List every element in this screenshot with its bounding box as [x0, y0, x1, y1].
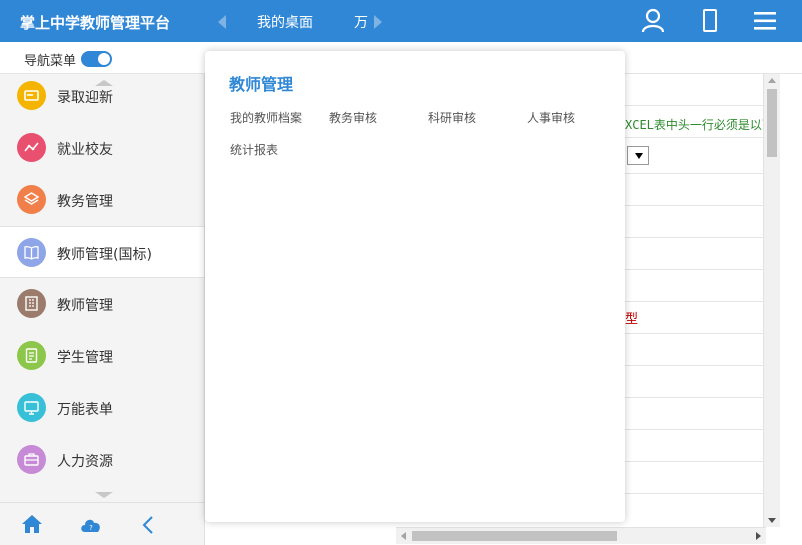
table-row	[625, 74, 763, 106]
content-area: XCEL表中头一行必须是以下 型	[625, 74, 802, 545]
document-icon	[17, 341, 46, 370]
link-statistics-report[interactable]: 统计报表	[230, 141, 278, 158]
chevron-down-icon	[635, 153, 643, 159]
tab-scroll-right-icon[interactable]	[374, 15, 382, 29]
scrollbar-thumb[interactable]	[767, 89, 777, 157]
horizontal-scrollbar[interactable]	[396, 527, 766, 544]
help-cloud-icon[interactable]: ?	[79, 516, 103, 537]
table-row	[625, 270, 763, 302]
sidebar-item-label: 教师管理(国标)	[57, 247, 152, 263]
sidebar-item-label: 学生管理	[57, 350, 113, 366]
nav-toggle-label: 导航菜单	[24, 54, 77, 69]
sidebar-item-label: 人力资源	[57, 454, 113, 470]
sidebar-item-label: 就业校友	[57, 142, 113, 158]
sidebar-item-label: 教师管理	[57, 298, 113, 314]
sidebar-item-employment[interactable]: 就业校友	[0, 122, 204, 174]
sidebar-item-universal-form[interactable]: 万能表单	[0, 382, 204, 434]
content-toolbar	[625, 42, 802, 74]
briefcase-icon	[17, 445, 46, 474]
collapse-icon[interactable]	[142, 516, 154, 538]
sidebar-item-teacher[interactable]: 教师管理	[0, 278, 204, 330]
table-row	[625, 430, 763, 462]
table-row	[625, 302, 763, 334]
link-hr-review[interactable]: 人事审核	[527, 109, 575, 126]
sidebar-item-student[interactable]: 学生管理	[0, 330, 204, 382]
scroll-down-arrow-icon[interactable]	[768, 518, 776, 523]
switch-knob	[98, 53, 110, 65]
link-my-teacher-profile[interactable]: 我的教师档案	[230, 109, 302, 126]
enroll-icon	[17, 81, 46, 110]
sidebar-footer: ?	[0, 502, 204, 545]
tab-universal[interactable]: 万	[354, 12, 368, 32]
tab-scroll-left-icon[interactable]	[218, 15, 226, 29]
table-row	[625, 366, 763, 398]
building-icon	[17, 289, 46, 318]
table-row	[625, 462, 763, 494]
sidebar-scroll-down-icon[interactable]	[95, 492, 113, 498]
tab-my-desktop[interactable]: 我的桌面	[257, 12, 313, 32]
submenu-flyout: 教师管理 我的教师档案 教务审核 科研审核 人事审核 统计报表	[205, 51, 625, 522]
layers-icon	[17, 185, 46, 214]
scrollbar-thumb[interactable]	[412, 531, 617, 541]
table-row	[625, 238, 763, 270]
table-row	[625, 174, 763, 206]
table-row	[625, 334, 763, 366]
sidebar-item-label: 教务管理	[57, 194, 113, 210]
sidebar-item-label: 万能表单	[57, 402, 113, 418]
link-academic-review[interactable]: 教务审核	[329, 109, 377, 126]
scroll-left-arrow-icon[interactable]	[401, 532, 406, 540]
svg-text:?: ?	[89, 524, 93, 532]
sidebar-item-teacher-national[interactable]: 教师管理(国标)	[0, 226, 204, 278]
trend-icon	[17, 133, 46, 162]
scroll-right-arrow-icon[interactable]	[756, 532, 761, 540]
scroll-up-arrow-icon[interactable]	[768, 78, 776, 83]
table-row	[625, 398, 763, 430]
book-icon	[17, 238, 46, 267]
type-select[interactable]	[627, 146, 649, 165]
vertical-scrollbar[interactable]	[763, 74, 780, 527]
sidebar-item-label: 录取迎新	[57, 90, 113, 106]
menu-icon[interactable]	[752, 8, 778, 34]
user-icon[interactable]	[640, 8, 666, 34]
nav-menu-switch[interactable]	[81, 51, 112, 67]
sidebar-item-enroll[interactable]: 录取迎新	[0, 74, 204, 122]
sidebar: 录取迎新 就业校友 教务管理 教师管理(国标) 教师管理 学生管理 万能表单 人…	[0, 74, 205, 545]
sidebar-item-academic[interactable]: 教务管理	[0, 174, 204, 226]
table-row	[625, 206, 763, 238]
mobile-icon[interactable]	[697, 8, 723, 34]
sidebar-item-hr[interactable]: 人力资源	[0, 434, 204, 486]
home-icon[interactable]	[21, 514, 43, 538]
import-notice: XCEL表中头一行必须是以下	[625, 118, 774, 132]
app-title: 掌上中学教师管理平台	[20, 14, 171, 32]
nav-toggle-bar: 导航菜单	[0, 42, 205, 74]
top-header: 掌上中学教师管理平台 我的桌面 万	[0, 0, 802, 42]
monitor-icon	[17, 393, 46, 422]
flyout-title: 教师管理	[229, 75, 294, 94]
link-research-review[interactable]: 科研审核	[428, 109, 476, 126]
